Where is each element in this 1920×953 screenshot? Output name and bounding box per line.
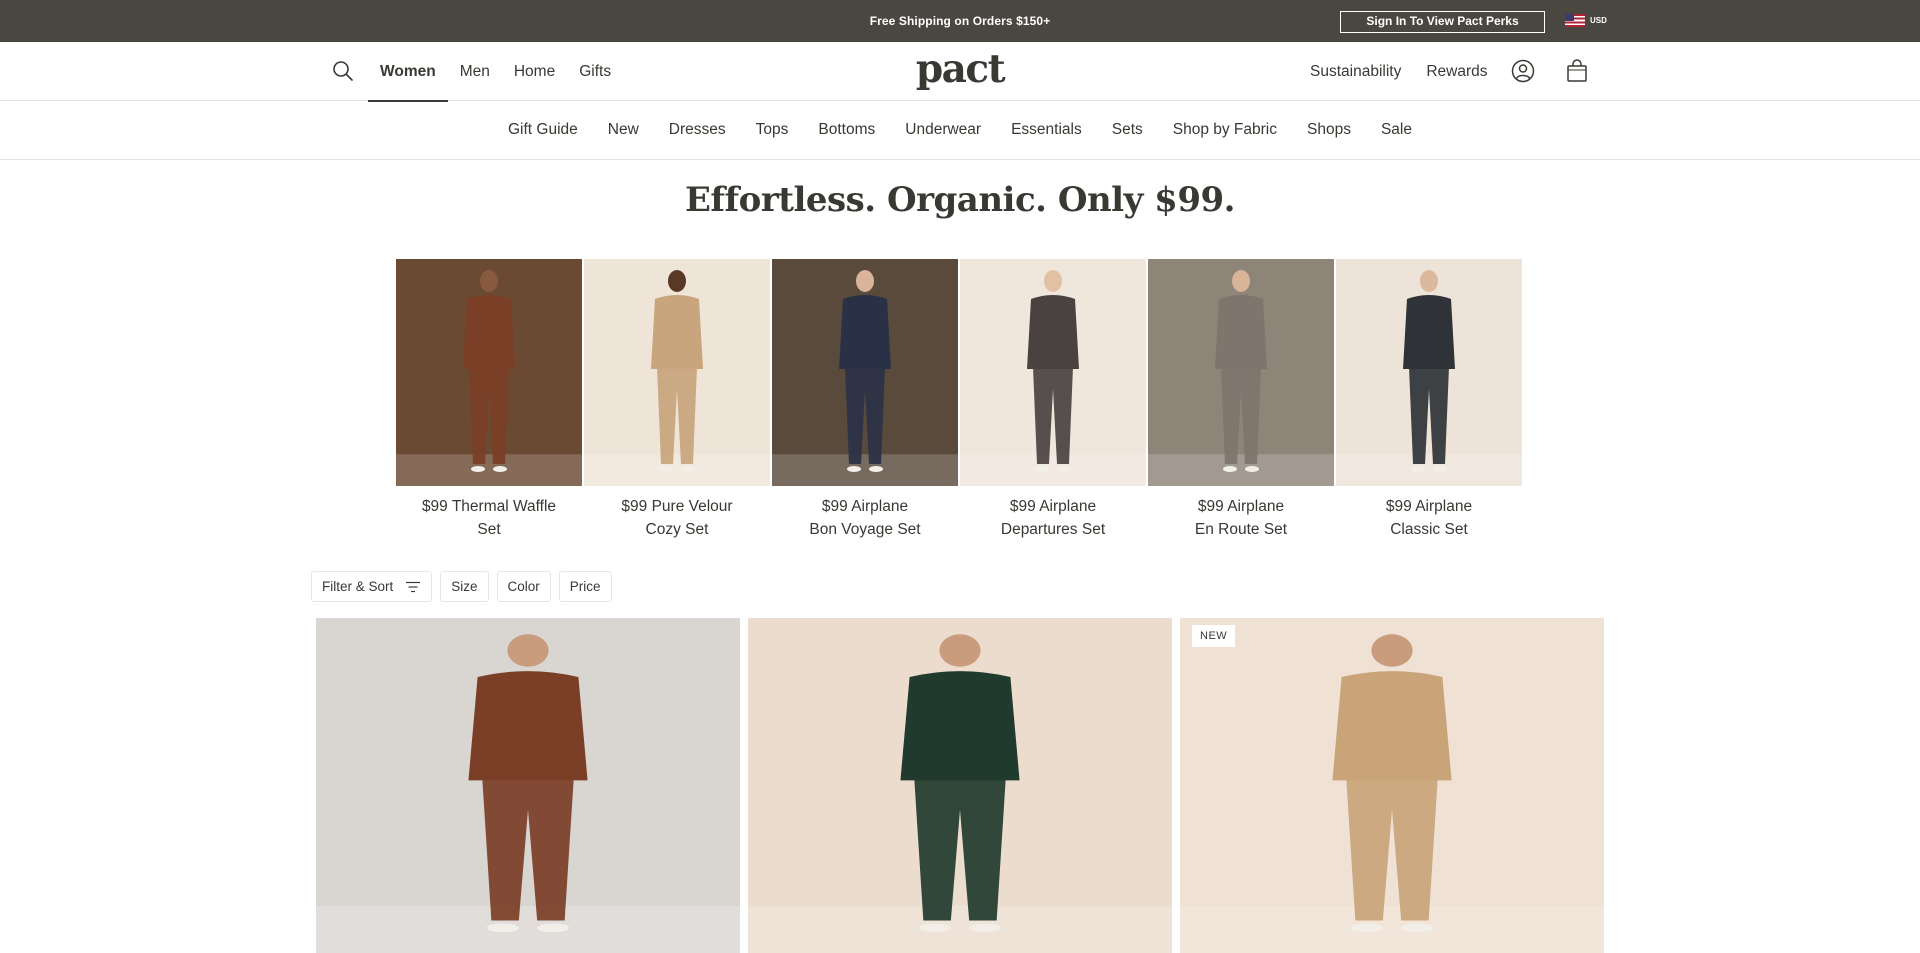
announcement-bar: Free Shipping on Orders $150+ Sign In To… xyxy=(0,0,1920,42)
nav-women[interactable]: Women xyxy=(368,42,448,102)
cat-essentials[interactable]: Essentials xyxy=(1011,121,1082,139)
new-badge: NEW xyxy=(1192,625,1236,647)
feature-caption-line: Classic Set xyxy=(1390,521,1468,538)
category-nav: Gift Guide New Dresses Tops Bottoms Unde… xyxy=(0,101,1920,160)
cat-sets[interactable]: Sets xyxy=(1112,121,1143,139)
secondary-nav: Sustainability Rewards xyxy=(1310,42,1513,101)
feature-image xyxy=(960,259,1146,486)
product-card[interactable] xyxy=(316,618,740,953)
feature-caption: $99 Airplane Departures Set xyxy=(960,495,1146,541)
feature-caption-line: $99 Pure Velour xyxy=(621,498,733,515)
product-image xyxy=(316,618,740,953)
feature-caption: $99 Airplane Bon Voyage Set xyxy=(772,495,958,541)
feature-caption-line: En Route Set xyxy=(1194,521,1288,538)
account-icon xyxy=(1511,59,1535,83)
us-flag-icon xyxy=(1565,13,1585,27)
feature-image xyxy=(1148,259,1334,486)
cat-tops[interactable]: Tops xyxy=(756,121,789,139)
free-shipping-message: Free Shipping on Orders $150+ xyxy=(869,14,1051,28)
feature-caption: $99 Thermal Waffle Set xyxy=(396,495,582,541)
cart-button[interactable] xyxy=(1564,58,1590,84)
filter-bar: Filter & Sort Size Color Price xyxy=(311,571,612,602)
filter-sort-button[interactable]: Filter & Sort xyxy=(311,571,433,602)
feature-image xyxy=(396,259,582,486)
nav-men[interactable]: Men xyxy=(448,42,502,101)
feature-image xyxy=(1336,259,1522,486)
feature-caption-line: Bon Voyage Set xyxy=(809,521,921,538)
filter-sort-label: Filter & Sort xyxy=(322,579,394,594)
color-filter-button[interactable]: Color xyxy=(496,571,551,602)
price-filter-button[interactable]: Price xyxy=(558,571,612,602)
currency-label: USD xyxy=(1590,15,1607,25)
search-button[interactable] xyxy=(331,59,355,83)
feature-caption-line: $99 Airplane xyxy=(821,498,909,515)
product-image xyxy=(748,618,1172,953)
nav-gifts[interactable]: Gifts xyxy=(567,42,623,101)
nav-rewards[interactable]: Rewards xyxy=(1426,63,1487,81)
account-button[interactable] xyxy=(1510,58,1536,84)
product-card[interactable]: NEW xyxy=(1180,618,1604,953)
currency-selector[interactable]: USD xyxy=(1565,13,1607,27)
search-icon xyxy=(333,61,353,81)
feature-caption-line: $99 Airplane xyxy=(1385,498,1473,515)
feature-image xyxy=(772,259,958,486)
feature-caption-line: Set xyxy=(477,521,501,538)
cat-new[interactable]: New xyxy=(608,121,639,139)
feature-card-thermal-waffle[interactable]: $99 Thermal Waffle Set xyxy=(396,259,582,541)
shopping-bag-icon xyxy=(1567,59,1587,82)
feature-image xyxy=(584,259,770,486)
cat-shops[interactable]: Shops xyxy=(1307,121,1351,139)
feature-card-en-route[interactable]: $99 Airplane En Route Set xyxy=(1148,259,1334,541)
featured-sets: $99 Thermal Waffle Set $99 Pure Velour C… xyxy=(396,259,1524,541)
feature-card-departures[interactable]: $99 Airplane Departures Set xyxy=(960,259,1146,541)
cat-gift-guide[interactable]: Gift Guide xyxy=(508,121,578,139)
cat-sale[interactable]: Sale xyxy=(1381,121,1412,139)
feature-caption-line: $99 Airplane xyxy=(1009,498,1097,515)
feature-caption: $99 Airplane En Route Set xyxy=(1148,495,1334,541)
nav-home[interactable]: Home xyxy=(502,42,567,101)
page-title: Effortless. Organic. Only $99. xyxy=(685,180,1235,220)
cat-shop-by-fabric[interactable]: Shop by Fabric xyxy=(1173,121,1277,139)
product-card[interactable] xyxy=(748,618,1172,953)
feature-card-classic[interactable]: $99 Airplane Classic Set xyxy=(1336,259,1522,541)
feature-caption-line: Cozy Set xyxy=(645,521,709,538)
sign-in-perks-button[interactable]: Sign In To View Pact Perks xyxy=(1340,11,1545,33)
cat-dresses[interactable]: Dresses xyxy=(669,121,726,139)
filter-lines-icon xyxy=(406,581,421,592)
feature-card-pure-velour[interactable]: $99 Pure Velour Cozy Set xyxy=(584,259,770,541)
size-filter-button[interactable]: Size xyxy=(440,571,489,602)
product-image xyxy=(1180,618,1604,953)
feature-caption-line: $99 Airplane xyxy=(1197,498,1285,515)
cat-underwear[interactable]: Underwear xyxy=(905,121,981,139)
feature-card-bon-voyage[interactable]: $99 Airplane Bon Voyage Set xyxy=(772,259,958,541)
feature-caption: $99 Pure Velour Cozy Set xyxy=(584,495,770,541)
pact-logo[interactable]: pact xyxy=(905,46,1015,92)
feature-caption-line: Departures Set xyxy=(1000,521,1106,538)
cat-bottoms[interactable]: Bottoms xyxy=(818,121,875,139)
feature-caption-line: $99 Thermal Waffle xyxy=(421,498,557,515)
feature-caption: $99 Airplane Classic Set xyxy=(1336,495,1522,541)
nav-sustainability[interactable]: Sustainability xyxy=(1310,63,1401,81)
primary-nav: Women Men Home Gifts xyxy=(368,42,623,102)
site-header: Women Men Home Gifts pact Sustainability… xyxy=(0,42,1920,102)
